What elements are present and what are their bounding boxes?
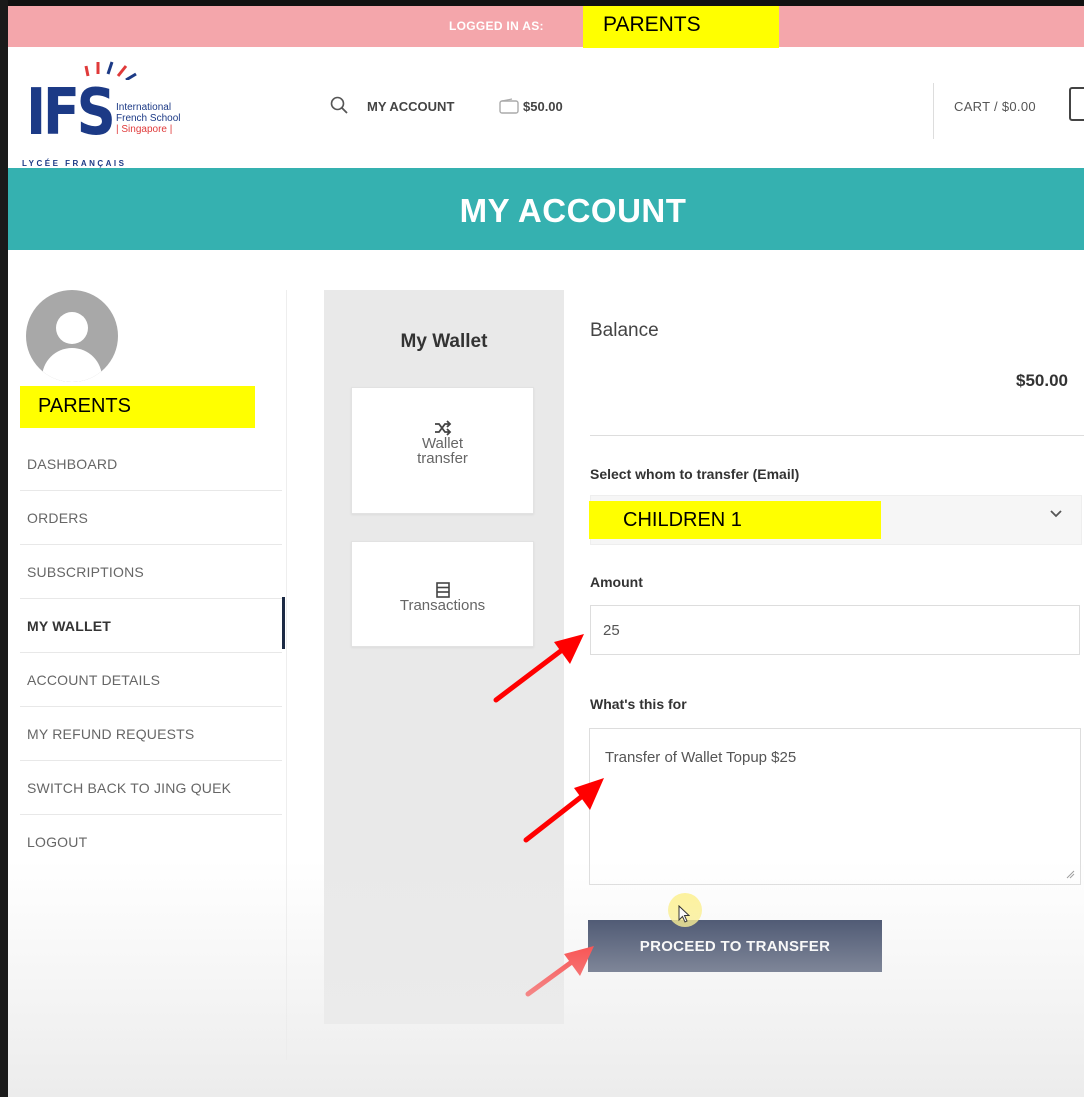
- resize-handle-icon[interactable]: [1065, 869, 1075, 879]
- amount-input[interactable]: [590, 605, 1080, 655]
- tab-wallet-transfer-label-2: transfer: [417, 450, 468, 467]
- proceed-to-transfer-button[interactable]: PROCEED TO TRANSFER: [588, 920, 882, 972]
- logo-school-name: International French School | Singapore …: [116, 102, 180, 135]
- logo-line-1: International: [116, 102, 172, 113]
- logged-in-bar: LOGGED IN AS: PARENTS: [8, 6, 1084, 48]
- recipient-select-value[interactable]: CHILDREN 1: [589, 501, 881, 539]
- sidebar-item-subscriptions[interactable]: SUBSCRIPTIONS: [20, 545, 282, 599]
- cart-icon[interactable]: [1069, 87, 1084, 121]
- purpose-textarea[interactable]: Transfer of Wallet Topup $25: [589, 728, 1081, 885]
- site-logo[interactable]: IFS International French School | Singap…: [20, 52, 210, 172]
- chevron-down-icon[interactable]: [1050, 510, 1062, 518]
- balance-label: Balance: [590, 320, 659, 341]
- logo-line-2: French School: [116, 113, 181, 124]
- recipient-value: CHILDREN 1: [623, 509, 742, 531]
- annotation-arrow-icon: [525, 946, 594, 997]
- left-edge: [0, 0, 8, 1097]
- logged-in-user-highlight: PARENTS: [583, 6, 779, 48]
- logged-in-user: PARENTS: [603, 13, 701, 36]
- sidebar-username: PARENTS: [38, 395, 131, 417]
- sidebar-item-refund-requests[interactable]: MY REFUND REQUESTS: [20, 707, 282, 761]
- list-icon: [435, 582, 450, 598]
- header-cart-link[interactable]: CART / $0.00: [954, 99, 1036, 114]
- header-wallet-amount[interactable]: $50.00: [523, 99, 563, 114]
- mouse-cursor-icon: [678, 905, 690, 923]
- logged-in-label: LOGGED IN AS:: [449, 19, 544, 33]
- avatar: [26, 290, 118, 382]
- shuffle-icon: [434, 420, 451, 436]
- sidebar-item-account-details[interactable]: ACCOUNT DETAILS: [20, 653, 282, 707]
- wallet-title: My Wallet: [400, 331, 488, 352]
- tab-wallet-transfer[interactable]: Wallet transfer: [351, 387, 534, 514]
- sidebar-item-dashboard[interactable]: DASHBOARD: [20, 437, 282, 491]
- username-highlight: PARENTS: [20, 386, 255, 428]
- form-divider: [590, 435, 1084, 436]
- page-banner: MY ACCOUNT: [8, 168, 1084, 250]
- logo-tagline: LYCÉE FRANÇAIS: [22, 159, 127, 168]
- search-icon[interactable]: [330, 96, 348, 114]
- tab-wallet-transfer-label-1: Wallet: [421, 435, 464, 452]
- sidebar-item-my-wallet[interactable]: MY WALLET: [20, 599, 282, 653]
- header-divider: [933, 83, 934, 139]
- purpose-label: What's this for: [590, 696, 687, 712]
- header-my-account-link[interactable]: MY ACCOUNT: [367, 99, 454, 114]
- recipient-label: Select whom to transfer (Email): [590, 466, 800, 482]
- sidebar-item-orders[interactable]: ORDERS: [20, 491, 282, 545]
- annotation-arrow-icon: [523, 778, 604, 843]
- balance-value: $50.00: [1016, 371, 1068, 390]
- page-title: MY ACCOUNT: [459, 192, 687, 229]
- active-nav-indicator: [282, 597, 285, 649]
- annotation-arrow-icon: [493, 634, 584, 703]
- logo-line-3: | Singapore |: [116, 124, 173, 135]
- amount-label: Amount: [590, 574, 643, 590]
- sidebar-divider: [286, 290, 287, 1060]
- account-navigation: DASHBOARD ORDERS SUBSCRIPTIONS MY WALLET…: [20, 437, 282, 869]
- tab-transactions-label: Transactions: [399, 597, 486, 614]
- sidebar-item-switch-back[interactable]: SWITCH BACK TO JING QUEK: [20, 761, 282, 815]
- logo-mark: IFS: [26, 76, 116, 150]
- wallet-icon[interactable]: [498, 98, 520, 114]
- sidebar-item-logout[interactable]: LOGOUT: [20, 815, 282, 869]
